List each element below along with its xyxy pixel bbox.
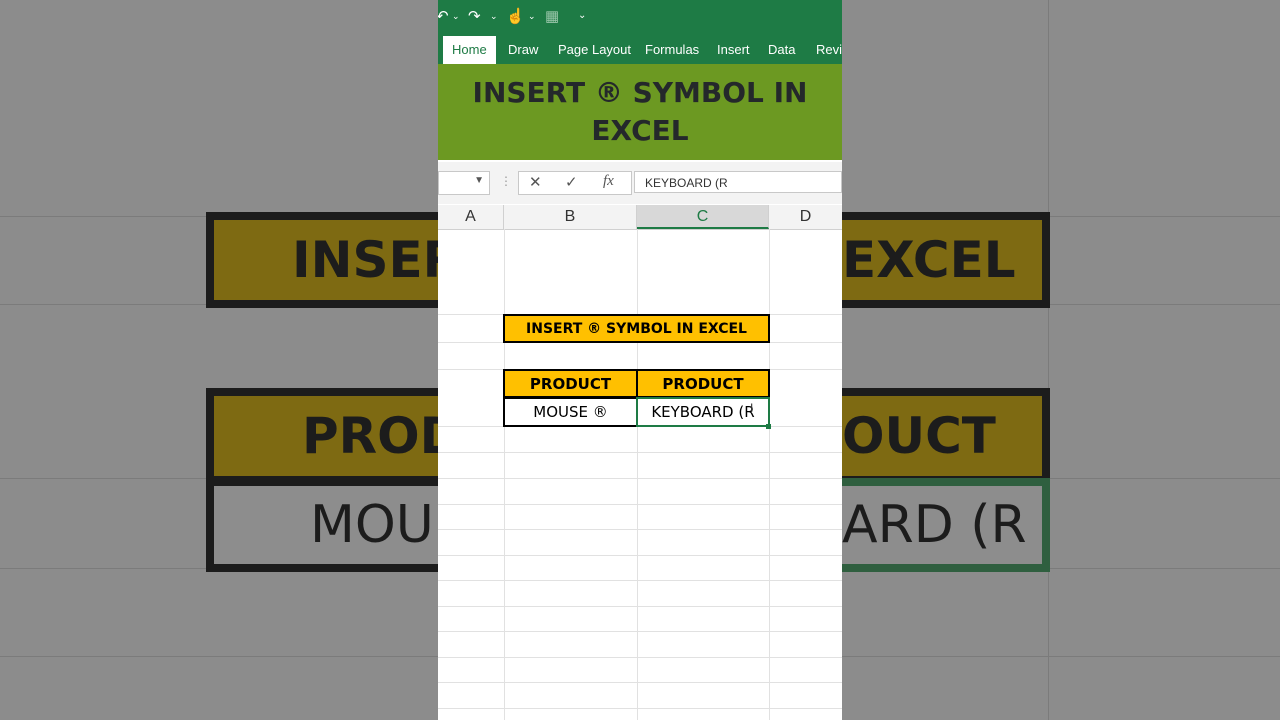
insert-function-icon[interactable]: fx [603, 173, 614, 190]
column-header-b[interactable]: B [504, 205, 637, 229]
tab-home[interactable]: Home [443, 36, 496, 64]
header-cell-c[interactable]: PRODUCT [636, 369, 770, 398]
bg-header-left: PROD [206, 388, 461, 484]
excel-window: ↶ ⌄ ↷ ⌄ ☝ ⌄ ▦ ⌄ Home Draw Page Layout Fo… [438, 0, 842, 720]
cancel-icon[interactable]: ✕ [529, 173, 542, 191]
quick-access-toolbar: ↶ ⌄ ↷ ⌄ ☝ ⌄ ▦ ⌄ [438, 0, 842, 34]
name-box-dropdown-icon[interactable]: ▼ [474, 175, 484, 186]
formula-buttons: ✕ ✓ fx [518, 171, 632, 195]
tab-page-layout[interactable]: Page Layout [558, 42, 631, 57]
customize-toolbar-icon[interactable]: ⌄ [578, 10, 586, 21]
calculator-icon[interactable]: ▦ [545, 7, 559, 25]
text-cursor-icon: I [750, 401, 754, 415]
header-cell-b[interactable]: PRODUCT [503, 369, 638, 398]
tab-draw[interactable]: Draw [508, 42, 538, 57]
title-cell[interactable]: INSERT ® SYMBOL IN EXCEL [503, 314, 770, 343]
column-headers: A B C D [438, 205, 842, 230]
banner-title: INSERT ® SYMBOL IN EXCEL [472, 76, 808, 147]
bg-title-right: EXCEL [834, 212, 1050, 308]
formula-input[interactable]: KEYBOARD (R [634, 171, 842, 193]
tab-data[interactable]: Data [768, 42, 795, 57]
undo-icon[interactable]: ↶ [438, 7, 449, 25]
bg-header-right: OUCT [834, 388, 1050, 484]
tab-review[interactable]: Revie [816, 42, 842, 57]
column-header-c[interactable]: C [637, 205, 769, 229]
column-header-a[interactable]: A [438, 205, 504, 229]
touch-dropdown-icon[interactable]: ⌄ [528, 11, 536, 22]
bg-value-left: MOU [206, 478, 446, 572]
tab-formulas[interactable]: Formulas [645, 42, 699, 57]
undo-dropdown-icon[interactable]: ⌄ [452, 11, 460, 22]
formula-bar: ▼ ⋮ ✕ ✓ fx KEYBOARD (R [438, 162, 842, 204]
touch-mode-icon[interactable]: ☝ [506, 7, 525, 25]
bg-title-left: INSER [206, 212, 461, 308]
fill-handle[interactable] [766, 424, 771, 429]
formula-bar-divider: ⋮ [500, 174, 512, 188]
redo-icon[interactable]: ↷ [468, 7, 481, 25]
data-cell-b[interactable]: MOUSE ® [503, 397, 638, 427]
redo-dropdown-icon[interactable]: ⌄ [490, 11, 498, 22]
bg-value-right: ARD (R [834, 478, 1050, 572]
tab-insert[interactable]: Insert [717, 42, 750, 57]
column-header-d[interactable]: D [769, 205, 842, 229]
enter-icon[interactable]: ✓ [565, 173, 578, 191]
ribbon-tabs: Home Draw Page Layout Formulas Insert Da… [438, 34, 842, 66]
title-banner: INSERT ® SYMBOL IN EXCEL [438, 64, 842, 160]
name-box[interactable]: ▼ [438, 171, 490, 195]
